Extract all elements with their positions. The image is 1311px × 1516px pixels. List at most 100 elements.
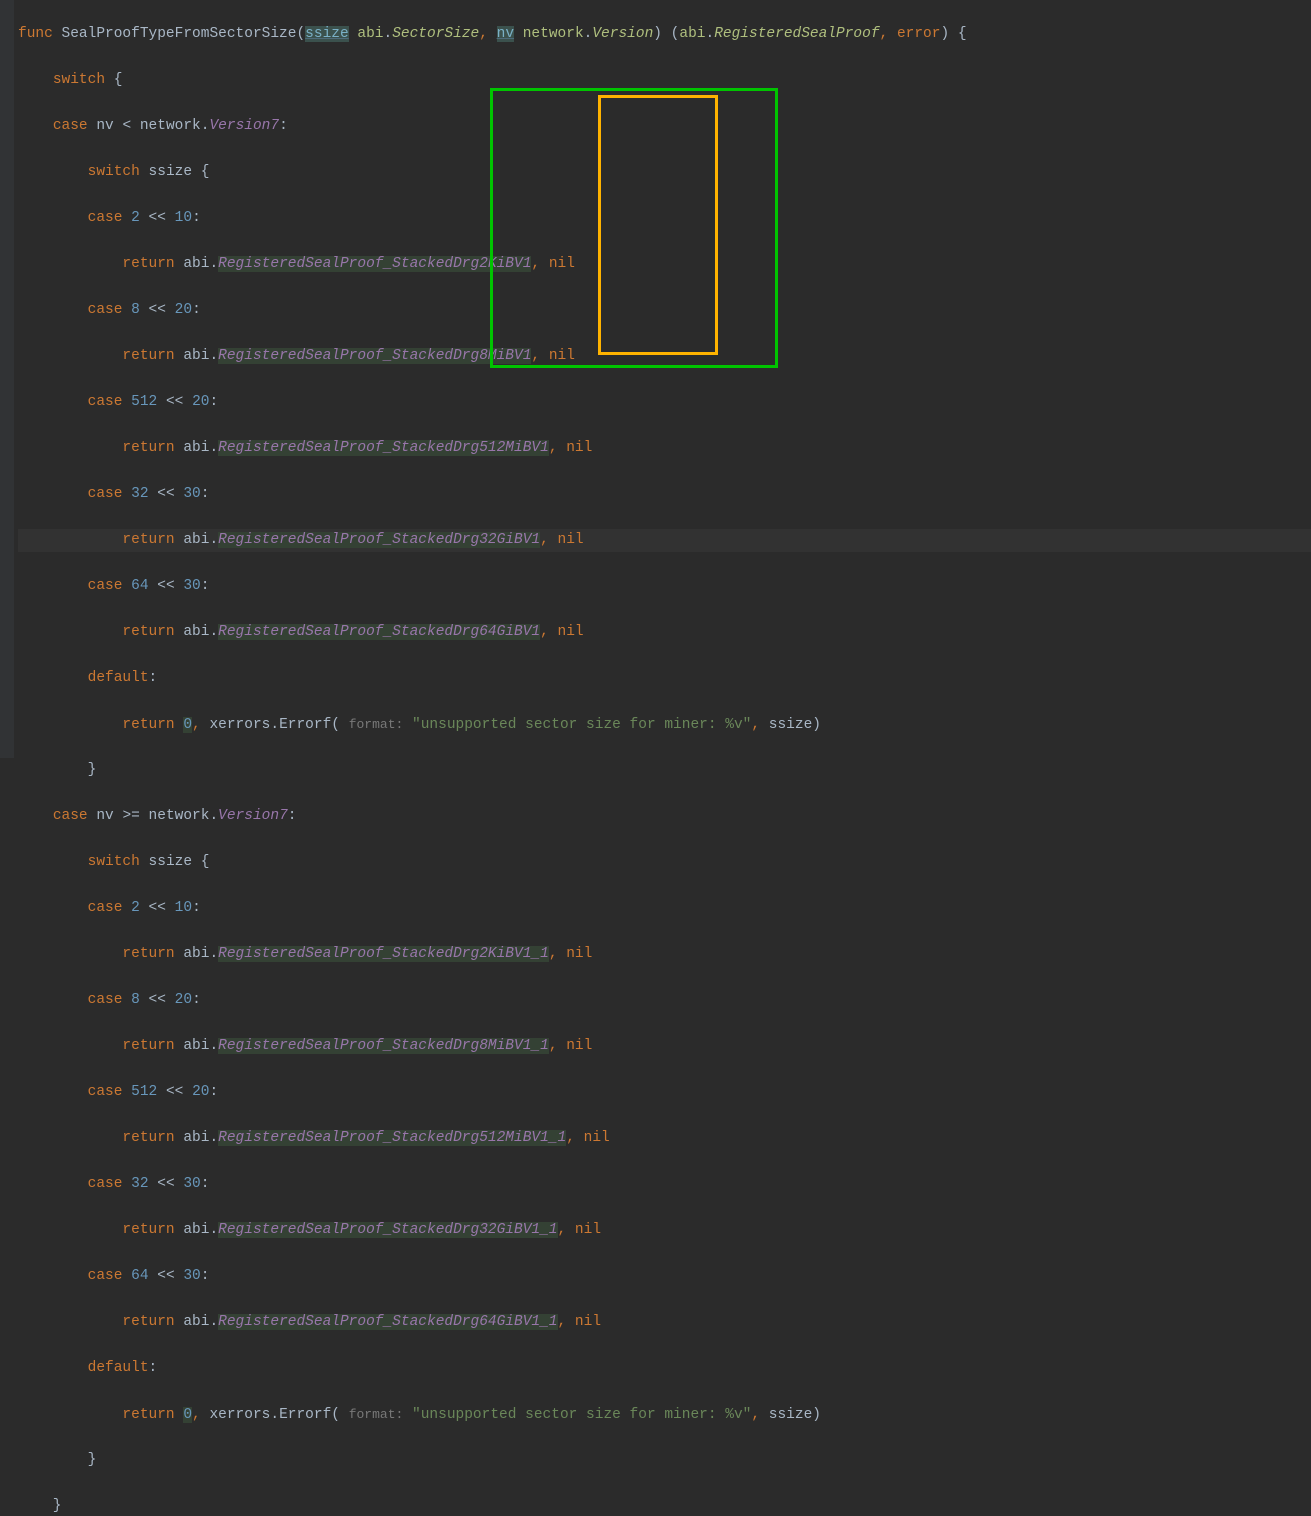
kw-return: return xyxy=(122,624,174,640)
kw-switch: switch xyxy=(88,164,140,180)
kw-nil: nil xyxy=(575,1222,601,1238)
code-line[interactable]: return abi.RegisteredSealProof_StackedDr… xyxy=(18,253,1311,276)
code-line[interactable]: func SealProofTypeFromSectorSize(ssize a… xyxy=(18,23,1311,46)
kw-return: return xyxy=(122,532,174,548)
kw-case: case xyxy=(88,394,123,410)
code-line[interactable]: case 32 << 30: xyxy=(18,1173,1311,1196)
kw-case: case xyxy=(88,486,123,502)
code-line[interactable]: case 64 << 30: xyxy=(18,1265,1311,1288)
kw-nil: nil xyxy=(584,1130,610,1146)
number: 30 xyxy=(183,1176,200,1192)
kw-return: return xyxy=(122,717,174,733)
code-line[interactable]: switch ssize { xyxy=(18,161,1311,184)
code-line[interactable]: case 512 << 20: xyxy=(18,391,1311,414)
number: 512 xyxy=(131,1084,157,1100)
kw-case: case xyxy=(53,808,88,824)
number: 2 xyxy=(131,900,140,916)
code-editor[interactable]: func SealProofTypeFromSectorSize(ssize a… xyxy=(0,0,1311,1516)
code-line[interactable]: return abi.RegisteredSealProof_StackedDr… xyxy=(18,345,1311,368)
kw-nil: nil xyxy=(566,946,592,962)
kw-case: case xyxy=(88,1084,123,1100)
code-line[interactable]: case 64 << 30: xyxy=(18,575,1311,598)
kw-nil: nil xyxy=(549,256,575,272)
const-v1: RegisteredSealProof_StackedDrg2KiBV1 xyxy=(218,256,531,272)
code-line[interactable]: return abi.RegisteredSealProof_StackedDr… xyxy=(18,1127,1311,1150)
code-line[interactable]: } xyxy=(18,1449,1311,1472)
id-xerrors: xerrors xyxy=(209,1407,270,1423)
const-v1: RegisteredSealProof_StackedDrg8MiBV1 xyxy=(218,348,531,364)
id-abi: abi xyxy=(183,440,209,456)
kw-case: case xyxy=(88,210,123,226)
kw-case: case xyxy=(88,1268,123,1284)
code-line[interactable]: case 32 << 30: xyxy=(18,483,1311,506)
code-line[interactable]: case 8 << 20: xyxy=(18,299,1311,322)
kw-nil: nil xyxy=(558,624,584,640)
id-nv: nv xyxy=(96,118,113,134)
id-abi: abi xyxy=(183,1222,209,1238)
op-shl: << xyxy=(166,1084,183,1100)
code-line[interactable]: return abi.RegisteredSealProof_StackedDr… xyxy=(18,1311,1311,1334)
kw-func: func xyxy=(18,26,53,42)
const-v1-1: RegisteredSealProof_StackedDrg32GiBV1_1 xyxy=(218,1222,557,1238)
number: 64 xyxy=(131,578,148,594)
param-hint: format: xyxy=(349,717,404,732)
code-line[interactable]: switch { xyxy=(18,69,1311,92)
code-line[interactable]: return 0, xerrors.Errorf( format: "unsup… xyxy=(18,1403,1311,1426)
op-shl: << xyxy=(157,486,174,502)
op-shl: << xyxy=(149,900,166,916)
op-shl: << xyxy=(157,1268,174,1284)
id-abi: abi xyxy=(183,256,209,272)
code-line[interactable]: default: xyxy=(18,1357,1311,1380)
ret-error: error xyxy=(897,26,941,42)
op-shl: << xyxy=(149,302,166,318)
code-line[interactable]: return abi.RegisteredSealProof_StackedDr… xyxy=(18,943,1311,966)
func-name: SealProofTypeFromSectorSize xyxy=(62,26,297,42)
code-line-highlighted[interactable]: return abi.RegisteredSealProof_StackedDr… xyxy=(18,529,1311,552)
const-v1: RegisteredSealProof_StackedDrg512MiBV1 xyxy=(218,440,549,456)
code-line[interactable]: return 0, xerrors.Errorf( format: "unsup… xyxy=(18,713,1311,736)
code-line[interactable]: } xyxy=(18,1495,1311,1516)
number: 10 xyxy=(175,900,192,916)
id-errorf: Errorf xyxy=(279,717,331,733)
ret-type: RegisteredSealProof xyxy=(714,26,879,42)
zero: 0 xyxy=(183,717,192,733)
param-hint: format: xyxy=(349,1407,404,1422)
number: 8 xyxy=(131,992,140,1008)
id-abi: abi xyxy=(183,1038,209,1054)
type-pkg: network xyxy=(523,26,584,42)
id-abi: abi xyxy=(183,946,209,962)
kw-nil: nil xyxy=(558,532,584,548)
code-line[interactable]: case nv < network.Version7: xyxy=(18,115,1311,138)
code-line[interactable]: case nv >= network.Version7: xyxy=(18,805,1311,828)
op-shl: << xyxy=(166,394,183,410)
code-line[interactable]: return abi.RegisteredSealProof_StackedDr… xyxy=(18,1219,1311,1242)
code-line[interactable]: switch ssize { xyxy=(18,851,1311,874)
kw-case: case xyxy=(53,118,88,134)
kw-nil: nil xyxy=(549,348,575,364)
code-line[interactable]: default: xyxy=(18,667,1311,690)
number: 30 xyxy=(183,1268,200,1284)
kw-nil: nil xyxy=(575,1314,601,1330)
code-line[interactable]: return abi.RegisteredSealProof_StackedDr… xyxy=(18,437,1311,460)
code-line[interactable]: case 8 << 20: xyxy=(18,989,1311,1012)
id-abi: abi xyxy=(183,348,209,364)
kw-return: return xyxy=(122,440,174,456)
kw-return: return xyxy=(122,1130,174,1146)
const-v1-1: RegisteredSealProof_StackedDrg8MiBV1_1 xyxy=(218,1038,549,1054)
kw-case: case xyxy=(88,302,123,318)
code-line[interactable]: case 2 << 10: xyxy=(18,897,1311,920)
id-network: network xyxy=(140,118,201,134)
number: 30 xyxy=(183,486,200,502)
code-line[interactable]: return abi.RegisteredSealProof_StackedDr… xyxy=(18,621,1311,644)
code-line[interactable]: return abi.RegisteredSealProof_StackedDr… xyxy=(18,1035,1311,1058)
number: 32 xyxy=(131,486,148,502)
const-version7: Version7 xyxy=(209,118,279,134)
const-v1-1: RegisteredSealProof_StackedDrg2KiBV1_1 xyxy=(218,946,549,962)
type-pkg: abi xyxy=(357,26,383,42)
id-abi: abi xyxy=(183,1130,209,1146)
code-line[interactable]: case 2 << 10: xyxy=(18,207,1311,230)
id-ssize: ssize xyxy=(149,854,193,870)
code-line[interactable]: case 512 << 20: xyxy=(18,1081,1311,1104)
id-abi: abi xyxy=(183,1314,209,1330)
code-line[interactable]: } xyxy=(18,759,1311,782)
